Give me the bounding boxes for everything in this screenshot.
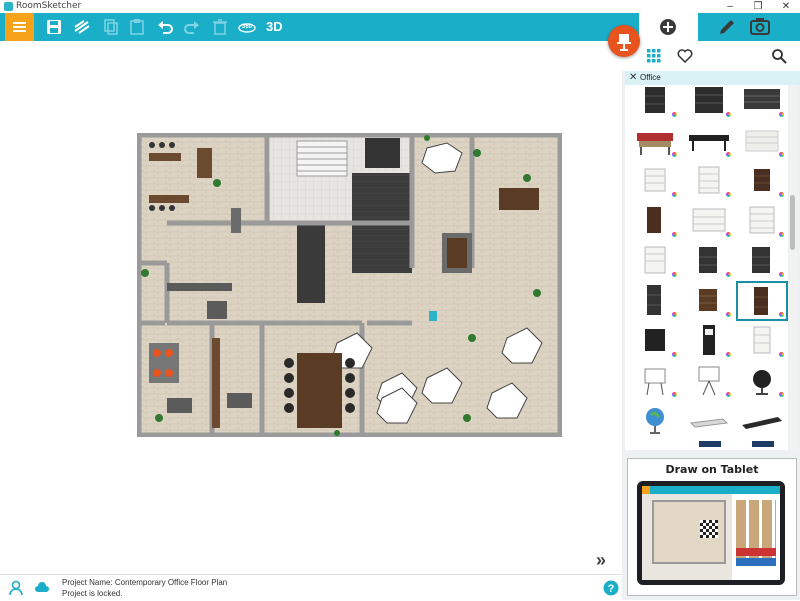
svg-text:?: ? — [608, 583, 615, 595]
app-title: RoomSketcher — [16, 1, 82, 11]
close-category-icon[interactable]: ✕ — [629, 71, 637, 85]
catalog-item[interactable] — [738, 243, 786, 279]
catalog-item[interactable] — [685, 243, 733, 279]
add-icon — [660, 19, 676, 35]
catalog-item[interactable] — [631, 283, 679, 319]
project-name: Project Name: Contemporary Office Floor … — [62, 578, 228, 587]
status-bar: Project Name: Contemporary Office Floor … — [0, 574, 622, 601]
paste-icon[interactable] — [127, 17, 147, 37]
undo-icon[interactable] — [155, 17, 175, 37]
catalog-item[interactable] — [685, 163, 733, 199]
minimize-button[interactable]: – — [716, 0, 744, 13]
category-label: Office — [640, 73, 661, 82]
heart-icon[interactable] — [677, 49, 693, 63]
catalog-item[interactable] — [738, 203, 786, 239]
view-360-label: 360 — [242, 24, 253, 30]
catalog-item[interactable] — [685, 283, 733, 319]
catalog-item[interactable] — [738, 123, 786, 159]
catalog-item[interactable] — [738, 363, 786, 399]
catalog-scrollbar[interactable] — [789, 85, 797, 450]
catalog-item[interactable] — [738, 323, 786, 359]
catalog-item[interactable] — [631, 363, 679, 399]
restore-button[interactable]: ❐ — [744, 0, 772, 13]
catalog-item[interactable] — [685, 123, 733, 159]
scroll-thumb[interactable] — [790, 195, 795, 250]
camera-icon — [750, 18, 770, 35]
search-icon[interactable] — [771, 48, 787, 64]
catalog-toolbar — [622, 41, 800, 71]
wall-tool-icon[interactable] — [72, 17, 92, 37]
project-lock-status: Project is locked. — [62, 589, 123, 598]
help-icon[interactable]: ? — [603, 580, 619, 596]
promo-title: Draw on Tablet — [665, 463, 759, 476]
catalog-item[interactable] — [631, 403, 679, 439]
catalog-item[interactable] — [631, 163, 679, 199]
catalog-fab-button[interactable] — [608, 25, 640, 57]
catalog-item-selected[interactable] — [736, 281, 788, 321]
tab-add[interactable] — [639, 13, 698, 41]
cloud-icon[interactable] — [34, 581, 50, 595]
menu-button[interactable] — [5, 13, 34, 41]
copy-icon[interactable] — [100, 17, 120, 37]
catalog-item[interactable] — [738, 439, 786, 450]
catalog-item[interactable] — [738, 403, 786, 439]
main-toolbar — [0, 13, 622, 41]
next-page-button[interactable]: » — [596, 550, 606, 571]
grid-icon[interactable] — [647, 49, 661, 63]
catalog-item[interactable] — [631, 123, 679, 159]
user-icon[interactable] — [8, 580, 24, 596]
catalog-item[interactable] — [685, 85, 733, 119]
app-logo-icon — [4, 2, 13, 11]
tablet-image — [637, 481, 785, 585]
floor-plan[interactable] — [137, 133, 562, 437]
category-breadcrumb: ✕ Office — [625, 71, 800, 85]
title-bar: RoomSketcher – ❐ ✕ — [0, 0, 800, 13]
panel-tabs — [622, 13, 800, 41]
catalog-item[interactable] — [738, 85, 786, 119]
tab-camera[interactable] — [741, 13, 800, 41]
view-3d-button[interactable]: 3D — [266, 19, 283, 34]
catalog-item[interactable] — [685, 363, 733, 399]
furniture-grid — [625, 85, 788, 450]
catalog-item[interactable] — [685, 203, 733, 239]
catalog-item[interactable] — [631, 243, 679, 279]
catalog-item[interactable] — [685, 323, 733, 359]
catalog-item[interactable] — [631, 323, 679, 359]
delete-icon[interactable] — [210, 17, 230, 37]
catalog-item[interactable] — [685, 439, 733, 450]
catalog-item[interactable] — [738, 163, 786, 199]
save-icon[interactable] — [44, 17, 64, 37]
catalog-item[interactable] — [685, 403, 733, 439]
catalog-item[interactable] — [631, 203, 679, 239]
chair-icon — [617, 34, 631, 51]
draw-on-tablet-promo[interactable]: Draw on Tablet — [627, 458, 797, 596]
catalog-item[interactable] — [631, 85, 679, 119]
close-window-button[interactable]: ✕ — [772, 0, 800, 13]
view-360-icon[interactable]: 360 — [237, 17, 257, 37]
redo-icon[interactable] — [182, 17, 202, 37]
